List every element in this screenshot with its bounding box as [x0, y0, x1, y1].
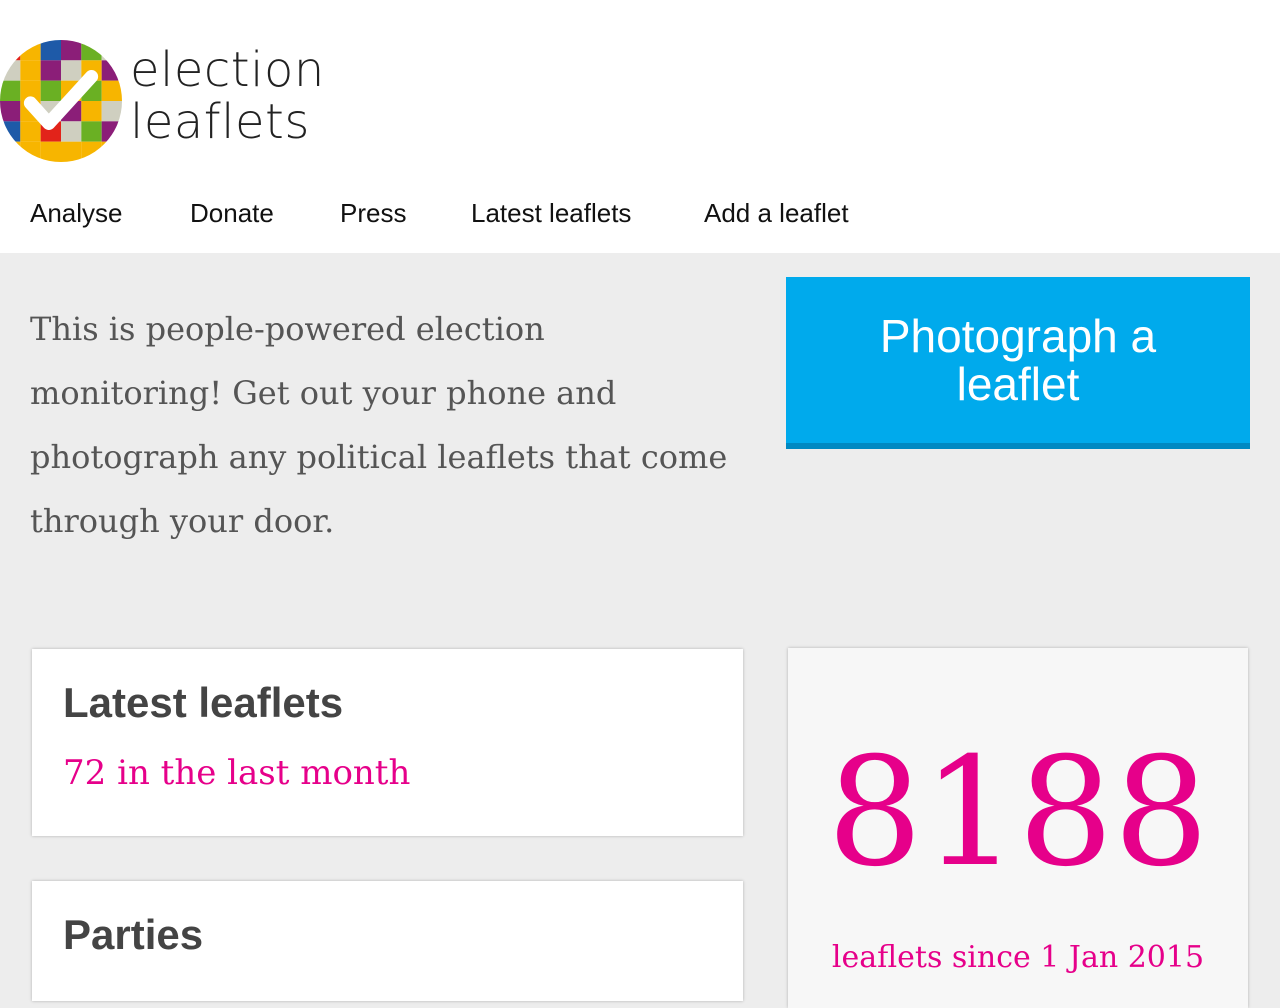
- site-logo[interactable]: election leaflets: [0, 40, 330, 162]
- site-header: election leaflets Analyse Donate Press L…: [0, 0, 1280, 253]
- latest-leaflets-count[interactable]: 72 in the last month: [63, 753, 410, 793]
- logo-line-election: election: [130, 42, 325, 98]
- total-leaflets-caption: leaflets since 1 Jan 2015: [831, 940, 1205, 975]
- nav-donate[interactable]: Donate: [190, 198, 274, 229]
- leaflet-stats-card: 8188 leaflets since 1 Jan 2015: [788, 648, 1248, 1008]
- logo-mosaic-check-icon: [0, 40, 122, 162]
- nav-add-a-leaflet[interactable]: Add a leaflet: [704, 198, 849, 229]
- latest-leaflets-title[interactable]: Latest leaflets: [63, 679, 343, 727]
- logo-line-leaflets: leaflets: [130, 94, 310, 150]
- photograph-leaflet-button[interactable]: Photograph a leaflet: [786, 277, 1250, 449]
- nav-analyse[interactable]: Analyse: [30, 198, 123, 229]
- parties-title[interactable]: Parties: [63, 911, 203, 959]
- total-leaflets-count: 8188: [827, 726, 1209, 900]
- latest-leaflets-card[interactable]: Latest leaflets 72 in the last month: [32, 649, 743, 836]
- logo-wordmark: election leaflets: [130, 44, 325, 148]
- parties-card[interactable]: Parties: [32, 881, 743, 1001]
- intro-text: This is people-powered election monitori…: [30, 310, 728, 540]
- nav-latest-leaflets[interactable]: Latest leaflets: [471, 198, 631, 229]
- nav-press[interactable]: Press: [340, 198, 406, 229]
